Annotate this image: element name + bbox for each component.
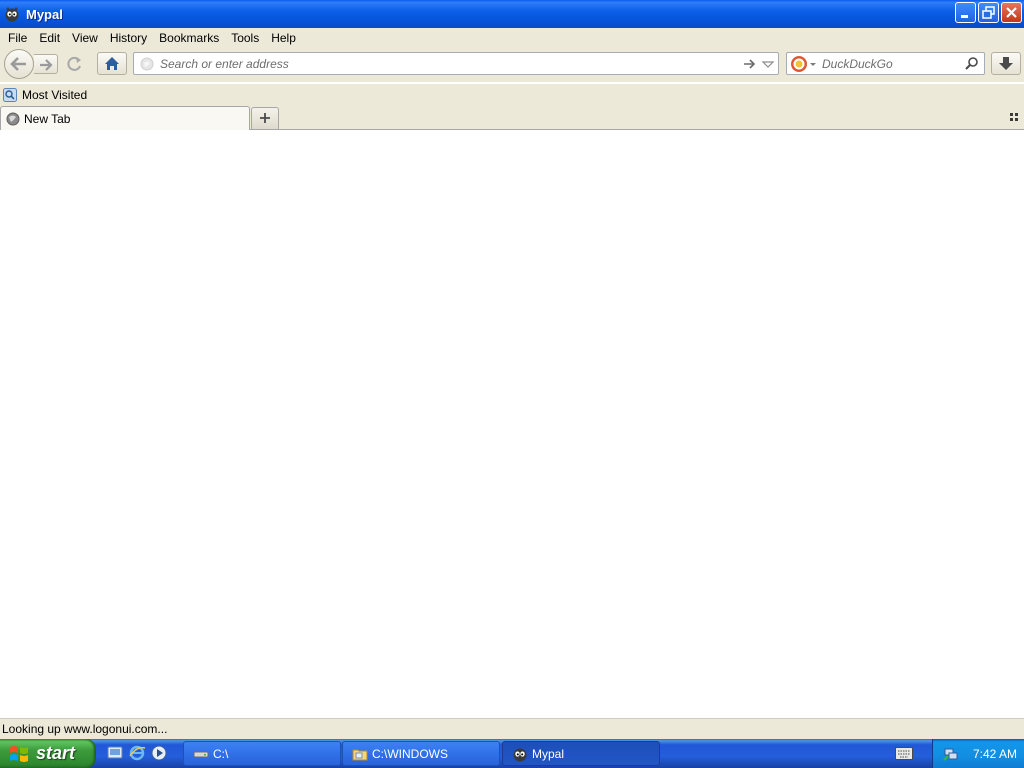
quick-launch (106, 744, 168, 762)
window-controls (955, 2, 1022, 23)
menu-tools[interactable]: Tools (225, 29, 265, 47)
network-icon[interactable] (943, 746, 959, 762)
media-player-icon[interactable] (150, 744, 168, 762)
globe-icon (6, 112, 20, 126)
minimize-button[interactable] (955, 2, 976, 23)
forward-button[interactable] (34, 54, 58, 74)
dropdown-arrow-icon[interactable] (760, 55, 776, 73)
minimize-icon (961, 15, 968, 18)
internet-explorer-icon[interactable] (128, 744, 146, 762)
search-bar[interactable] (786, 52, 985, 75)
page-content[interactable] (0, 130, 1024, 718)
reload-button[interactable] (62, 53, 88, 73)
menu-help[interactable]: Help (265, 29, 302, 47)
navigation-toolbar (0, 48, 1024, 82)
start-button[interactable]: start (0, 739, 96, 768)
show-desktop-icon[interactable] (106, 744, 124, 762)
back-button[interactable] (4, 49, 34, 79)
start-label: start (36, 743, 76, 763)
menu-view[interactable]: View (66, 29, 104, 47)
restore-icon (982, 6, 995, 19)
taskbar-item-label: Mypal (532, 746, 565, 761)
home-icon (105, 57, 119, 70)
close-icon (1006, 7, 1017, 18)
bookmarks-toolbar: Most Visited (0, 84, 1024, 105)
search-engine-selector[interactable] (790, 55, 822, 73)
folder-icon (352, 749, 368, 760)
restore-button[interactable] (978, 2, 999, 23)
download-arrow-icon (999, 57, 1013, 70)
keyboard-icon[interactable] (895, 747, 913, 760)
most-visited-icon (3, 87, 17, 102)
address-bar[interactable] (133, 52, 779, 75)
tab-new-tab[interactable]: New Tab (0, 106, 250, 131)
taskbar-item-mypal[interactable]: Mypal (502, 741, 660, 766)
mypal-icon (5, 7, 19, 22)
status-text: Looking up www.logonui.com... (2, 722, 168, 736)
taskbar-item-label: C:\ (213, 746, 229, 761)
list-all-tabs-button[interactable] (1008, 111, 1020, 123)
chevron-down-icon (810, 62, 816, 66)
window-title: Mypal (26, 6, 63, 22)
close-button[interactable] (1001, 2, 1022, 23)
tab-strip: New Tab (0, 105, 1024, 131)
grid-icon (1010, 113, 1018, 121)
back-forward-group (4, 49, 58, 79)
back-arrow-icon (10, 57, 26, 71)
taskbar-item-windows-folder[interactable]: C:\WINDOWS (342, 741, 500, 766)
site-identity-icon (140, 57, 154, 70)
new-tab-button[interactable] (251, 107, 279, 129)
menu-bar: File Edit View History Bookmarks Tools H… (0, 28, 1024, 48)
plus-icon (260, 113, 270, 123)
taskbar-item-label: C:\WINDOWS (372, 746, 448, 761)
clock[interactable]: 7:42 AM (973, 747, 1017, 761)
search-input[interactable] (822, 54, 963, 73)
go-arrow-icon[interactable] (740, 55, 758, 73)
menu-history[interactable]: History (104, 29, 153, 47)
address-input[interactable] (160, 54, 740, 73)
menu-file[interactable]: File (2, 29, 33, 47)
mypal-icon (513, 748, 527, 761)
tab-label: New Tab (24, 112, 71, 126)
duckduckgo-icon (791, 55, 807, 72)
reload-icon (67, 56, 81, 71)
menu-bookmarks[interactable]: Bookmarks (153, 29, 225, 47)
taskbar-item-drive[interactable]: C:\ (183, 741, 341, 766)
home-button[interactable] (97, 52, 127, 75)
search-icon[interactable] (963, 55, 981, 73)
status-bar: Looking up www.logonui.com... (0, 718, 1024, 739)
title-bar[interactable]: Mypal (0, 0, 1024, 28)
bookmark-most-visited[interactable]: Most Visited (3, 85, 91, 104)
forward-arrow-icon (40, 59, 53, 71)
windows-flag-icon (10, 745, 28, 762)
drive-icon (193, 751, 209, 757)
downloads-button[interactable] (991, 52, 1021, 75)
menu-edit[interactable]: Edit (33, 29, 66, 47)
bookmark-label: Most Visited (22, 87, 88, 102)
system-tray: 7:42 AM (932, 739, 1024, 768)
taskbar: start C:\ C:\WINDOWS Mypal 7:42 AM (0, 739, 1024, 768)
